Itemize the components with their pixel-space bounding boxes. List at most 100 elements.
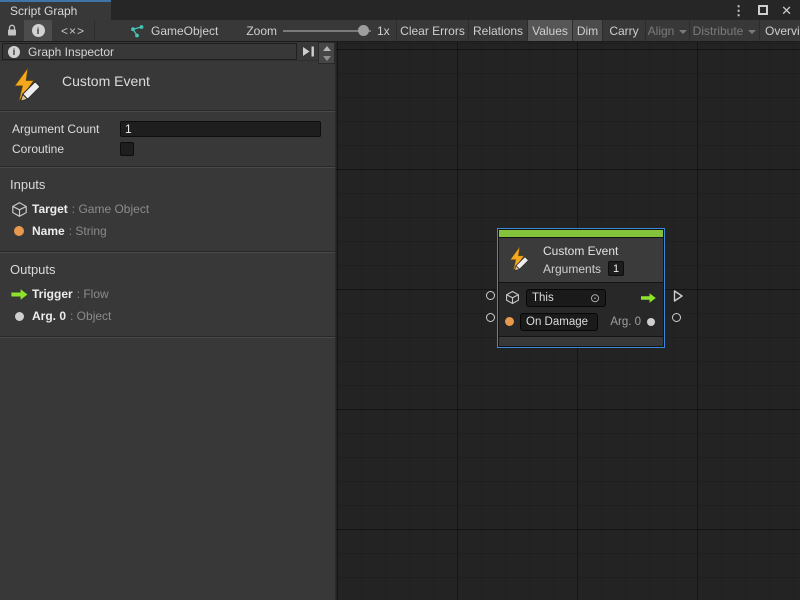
clear-errors-button[interactable]: Clear Errors (397, 20, 468, 41)
graph-toolbar: i <×> GameObject Zoom 1x Clear Erro (0, 20, 800, 42)
node-color-bar (499, 230, 663, 237)
arguments-label: Arguments (543, 262, 601, 276)
graph-canvas[interactable]: Custom Event Arguments 1 This ⊙ (336, 42, 800, 600)
port-name: Arg. 0 (32, 309, 66, 323)
carry-label: Carry (609, 24, 638, 38)
port-name: Name (32, 224, 65, 238)
custom-event-icon (10, 67, 48, 107)
graph-icon (130, 24, 144, 38)
unity-visual-scripting-window: Script Graph ⋮ ✕ i <×> (0, 0, 800, 600)
outputs-section: Outputs Trigger : Flow Arg. 0 : Object (0, 253, 335, 336)
tab-script-graph[interactable]: Script Graph (0, 0, 111, 20)
relations-button[interactable]: Relations (469, 20, 527, 41)
tab-label: Script Graph (10, 4, 77, 18)
info-icon: i (8, 46, 20, 58)
target-object-field[interactable]: This ⊙ (526, 289, 606, 307)
node-header[interactable]: Custom Event Arguments 1 (499, 238, 663, 282)
inspector-titlebar: i Graph Inspector (0, 42, 335, 61)
dock-button[interactable] (300, 44, 316, 59)
output-row-arg0: Arg. 0 : Object (0, 305, 335, 327)
node-row-target: This ⊙ (505, 288, 657, 307)
event-name-value: On Damage (526, 316, 588, 328)
port-name: Trigger (32, 287, 73, 301)
port-type: : Game Object (72, 202, 149, 216)
inspector-node-title: Custom Event (62, 73, 150, 89)
zoom-slider-thumb[interactable] (358, 25, 369, 36)
zoom-label: Zoom (246, 24, 277, 38)
input-port-target[interactable] (486, 291, 495, 300)
input-port-name[interactable] (486, 313, 495, 322)
inspector-fields: Argument Count 1 Coroutine (0, 112, 335, 166)
outputs-heading: Outputs (0, 260, 335, 283)
align-label: Align (648, 24, 675, 38)
coroutine-label: Coroutine (12, 142, 120, 156)
argument-count-label: Argument Count (12, 122, 120, 136)
distribute-label: Distribute (693, 24, 744, 38)
inspector-toggle-button[interactable]: i (24, 20, 52, 41)
align-button[interactable]: Align (646, 20, 689, 41)
values-label: Values (532, 24, 568, 38)
object-picker-icon[interactable]: ⊙ (590, 292, 600, 304)
carry-button[interactable]: Carry (603, 20, 645, 41)
inputs-section: Inputs Target : Game Object Name : Strin… (0, 168, 335, 251)
arg0-port-label: Arg. 0 (610, 316, 641, 328)
scroll-up-button[interactable] (319, 43, 334, 53)
output-port-arg0[interactable] (672, 313, 681, 322)
node-body: This ⊙ On Damage Arg. 0 (499, 283, 663, 336)
flow-arrow-icon (6, 288, 32, 301)
triangle-up-icon (323, 46, 331, 51)
relations-label: Relations (473, 24, 523, 38)
cube-icon (505, 290, 520, 305)
zoom-value: 1x (377, 24, 390, 38)
scroll-steppers (318, 42, 335, 64)
gameobject-label: GameObject (151, 24, 218, 38)
target-value: This (532, 292, 554, 304)
lock-icon (6, 24, 18, 37)
coroutine-checkbox[interactable] (120, 142, 134, 156)
input-row-name: Name : String (0, 220, 335, 242)
clear-errors-label: Clear Errors (400, 24, 465, 38)
window-controls: ⋮ ✕ (732, 0, 792, 20)
close-icon[interactable]: ✕ (781, 4, 792, 17)
distribute-button[interactable]: Distribute (690, 20, 759, 41)
window-menu-icon[interactable]: ⋮ (732, 4, 745, 17)
triangle-down-icon (323, 56, 331, 61)
port-name: Target (32, 202, 68, 216)
argument-count-input[interactable]: 1 (120, 121, 321, 137)
inspector-node-header: Custom Event (0, 61, 335, 110)
info-icon: i (32, 24, 45, 37)
custom-event-node[interactable]: Custom Event Arguments 1 This ⊙ (497, 228, 665, 348)
node-title: Custom Event (543, 244, 624, 258)
string-dot-icon (6, 226, 32, 236)
custom-event-icon (507, 246, 534, 275)
inspector-title: Graph Inspector (28, 45, 114, 59)
section-divider (0, 336, 335, 338)
tab-bar: Script Graph ⋮ ✕ (0, 0, 800, 20)
inspector-title-box: i Graph Inspector (2, 43, 297, 60)
zoom-control: Zoom 1x (240, 20, 396, 41)
event-name-field[interactable]: On Damage (520, 313, 598, 331)
gameobject-reference[interactable]: GameObject (130, 20, 240, 41)
edit-script-button[interactable]: <×> (52, 20, 94, 41)
maximize-icon[interactable] (758, 5, 768, 15)
dim-button[interactable]: Dim (573, 20, 602, 41)
toolbar-separator (94, 20, 95, 41)
node-footer (499, 337, 663, 346)
lock-button[interactable] (0, 20, 24, 41)
values-button[interactable]: Values (528, 20, 572, 41)
port-type: : Flow (77, 287, 109, 301)
chevron-down-icon (748, 30, 756, 34)
overview-button[interactable]: Overview (760, 20, 800, 41)
output-port-trigger[interactable] (673, 290, 684, 302)
port-type: : Object (70, 309, 111, 323)
overview-label: Overview (765, 24, 800, 38)
cube-icon (6, 201, 32, 218)
object-dot-icon (647, 318, 655, 326)
dim-label: Dim (577, 24, 598, 38)
node-row-name: On Damage Arg. 0 (505, 312, 657, 331)
code-icon: <×> (61, 24, 85, 38)
zoom-slider[interactable] (283, 30, 371, 32)
input-row-target: Target : Game Object (0, 198, 335, 220)
scroll-down-button[interactable] (319, 53, 334, 63)
port-type: : String (69, 224, 107, 238)
